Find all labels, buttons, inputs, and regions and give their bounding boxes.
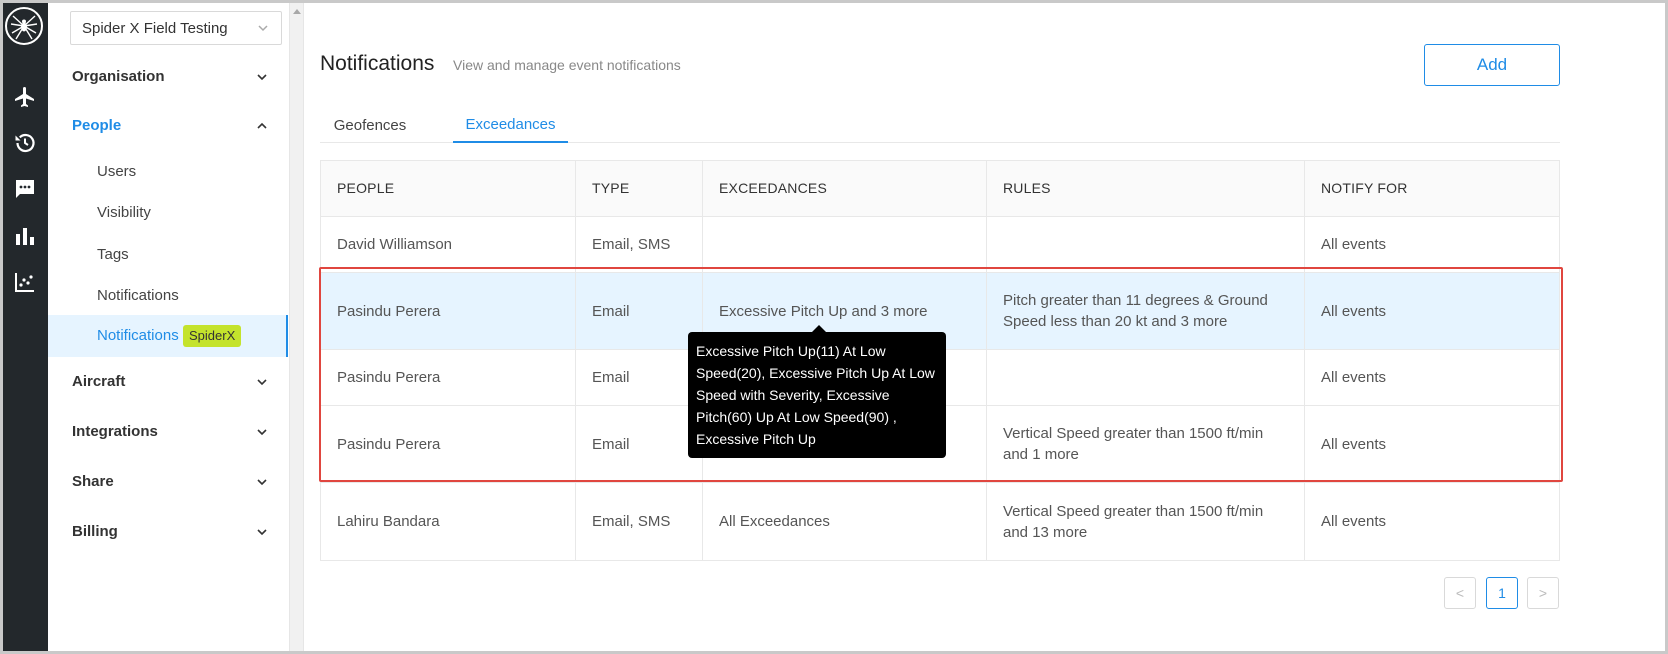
cell-type: Email, SMS: [576, 217, 703, 272]
tab-bar: Geofences Exceedances: [320, 107, 1560, 143]
sidebar-item-label: Notifications: [97, 286, 179, 304]
chevron-down-icon: [257, 21, 269, 38]
chat-icon[interactable]: [11, 175, 39, 203]
cell-notify-for: All events: [1321, 302, 1387, 320]
tooltip-arrow: [812, 325, 826, 332]
chevron-down-icon: [256, 525, 268, 542]
column-header-type: TYPE: [576, 161, 703, 216]
chevron-down-icon: [256, 475, 268, 492]
add-button[interactable]: Add: [1424, 44, 1560, 86]
page-subtitle: View and manage event notifications: [453, 57, 681, 73]
sidebar-item-label: Notifications: [97, 327, 179, 344]
column-header-people: PEOPLE: [321, 161, 576, 216]
plane-icon[interactable]: [11, 83, 39, 111]
cell-people: Pasindu Perera: [321, 406, 576, 482]
sidebar-group-people[interactable]: People: [72, 113, 282, 137]
sidebar-group-label: Share: [72, 472, 114, 490]
page-title: Notifications: [320, 52, 435, 75]
history-icon[interactable]: [11, 129, 39, 157]
column-header-rules: RULES: [987, 161, 1305, 216]
chevron-down-icon: [256, 70, 268, 87]
column-header-notify-for: NOTIFY FOR: [1321, 180, 1408, 196]
chevron-down-icon: [256, 375, 268, 392]
cell-rules: [987, 217, 1305, 272]
spider-logo-icon[interactable]: [5, 7, 43, 45]
sidebar-item-notifications[interactable]: Notifications: [97, 283, 287, 307]
cell-people: Lahiru Bandara: [321, 483, 576, 560]
table-row[interactable]: Lahiru Bandara Email, SMS All Exceedance…: [321, 483, 1559, 560]
cell-notify-for: All events: [1321, 513, 1387, 530]
cell-type: Email: [576, 406, 703, 482]
cell-type: Email, SMS: [576, 483, 703, 560]
column-header-exceedances: EXCEEDANCES: [703, 161, 987, 216]
table-header-row: PEOPLE TYPE EXCEEDANCES RULES NOTIFY FOR: [321, 161, 1559, 217]
sidebar-group-billing[interactable]: Billing: [72, 519, 282, 543]
sidebar-item-notifications-spiderx[interactable]: Notifications SpiderX: [48, 315, 288, 357]
scroll-up-arrow-icon[interactable]: [293, 9, 301, 14]
scatter-chart-icon[interactable]: [11, 268, 39, 296]
cell-exceedances: [703, 217, 987, 272]
tab-geofences[interactable]: Geofences: [320, 107, 420, 143]
sidebar-group-organisation[interactable]: Organisation: [72, 64, 282, 88]
sidebar-item-visibility[interactable]: Visibility: [97, 200, 287, 224]
sidebar-scrollbar[interactable]: [289, 3, 304, 651]
pagination-prev-button[interactable]: <: [1444, 577, 1476, 609]
sidebar-item-label: Tags: [97, 245, 129, 263]
cell-rules: Vertical Speed greater than 1500 ft/min …: [987, 406, 1305, 482]
exceedances-tooltip: Excessive Pitch Up(11) At Low Speed(20),…: [688, 332, 946, 458]
cell-type: Email: [576, 273, 703, 349]
sidebar-item-tags[interactable]: Tags: [97, 242, 287, 266]
table-row[interactable]: David Williamson Email, SMS All events: [321, 217, 1559, 273]
sidebar-group-label: Aircraft: [72, 372, 126, 390]
cell-notify-for: All events: [1321, 236, 1387, 253]
sidebar-group-label: Billing: [72, 522, 118, 540]
sidebar-group-integrations[interactable]: Integrations: [72, 419, 282, 443]
sidebar-item-users[interactable]: Users: [97, 159, 287, 183]
sidebar-item-label: Users: [97, 162, 137, 180]
cell-people: Pasindu Perera: [321, 350, 576, 405]
sidebar-group-aircraft[interactable]: Aircraft: [72, 369, 282, 393]
tab-exceedances[interactable]: Exceedances: [453, 107, 568, 143]
cell-people: David Williamson: [321, 217, 576, 272]
cell-people: Pasindu Perera: [321, 273, 576, 349]
sidebar-group-label: Organisation: [72, 67, 165, 85]
organisation-select-value: Spider X Field Testing: [82, 19, 228, 37]
pagination-next-button[interactable]: >: [1527, 577, 1559, 609]
app-window: Spider X Field Testing Organisation Peop…: [0, 0, 1668, 654]
sidebar-group-label: Integrations: [72, 422, 158, 440]
chevron-down-icon: [256, 425, 268, 442]
cell-rules: Pitch greater than 11 degrees & Ground S…: [987, 273, 1305, 349]
icon-rail: [3, 3, 54, 651]
spiderx-badge: SpiderX: [183, 325, 242, 347]
cell-notify-for: All events: [1321, 435, 1387, 453]
sidebar-group-share[interactable]: Share: [72, 469, 282, 493]
cell-rules: Vertical Speed greater than 1500 ft/min …: [987, 483, 1305, 560]
sidebar-group-label: People: [72, 116, 122, 134]
sidebar-item-label: Visibility: [97, 203, 151, 221]
organisation-select[interactable]: Spider X Field Testing: [70, 11, 282, 45]
main-content: Notifications View and manage event noti…: [304, 3, 1665, 651]
cell-rules: [987, 350, 1305, 405]
cell-exceedances: All Exceedances: [703, 483, 987, 560]
pagination-page-1[interactable]: 1: [1486, 577, 1518, 609]
sidebar: Spider X Field Testing Organisation Peop…: [48, 3, 289, 651]
cell-notify-for: All events: [1321, 369, 1387, 386]
chevron-up-icon: [256, 119, 268, 136]
cell-type: Email: [576, 350, 703, 405]
bar-chart-icon[interactable]: [11, 222, 39, 250]
